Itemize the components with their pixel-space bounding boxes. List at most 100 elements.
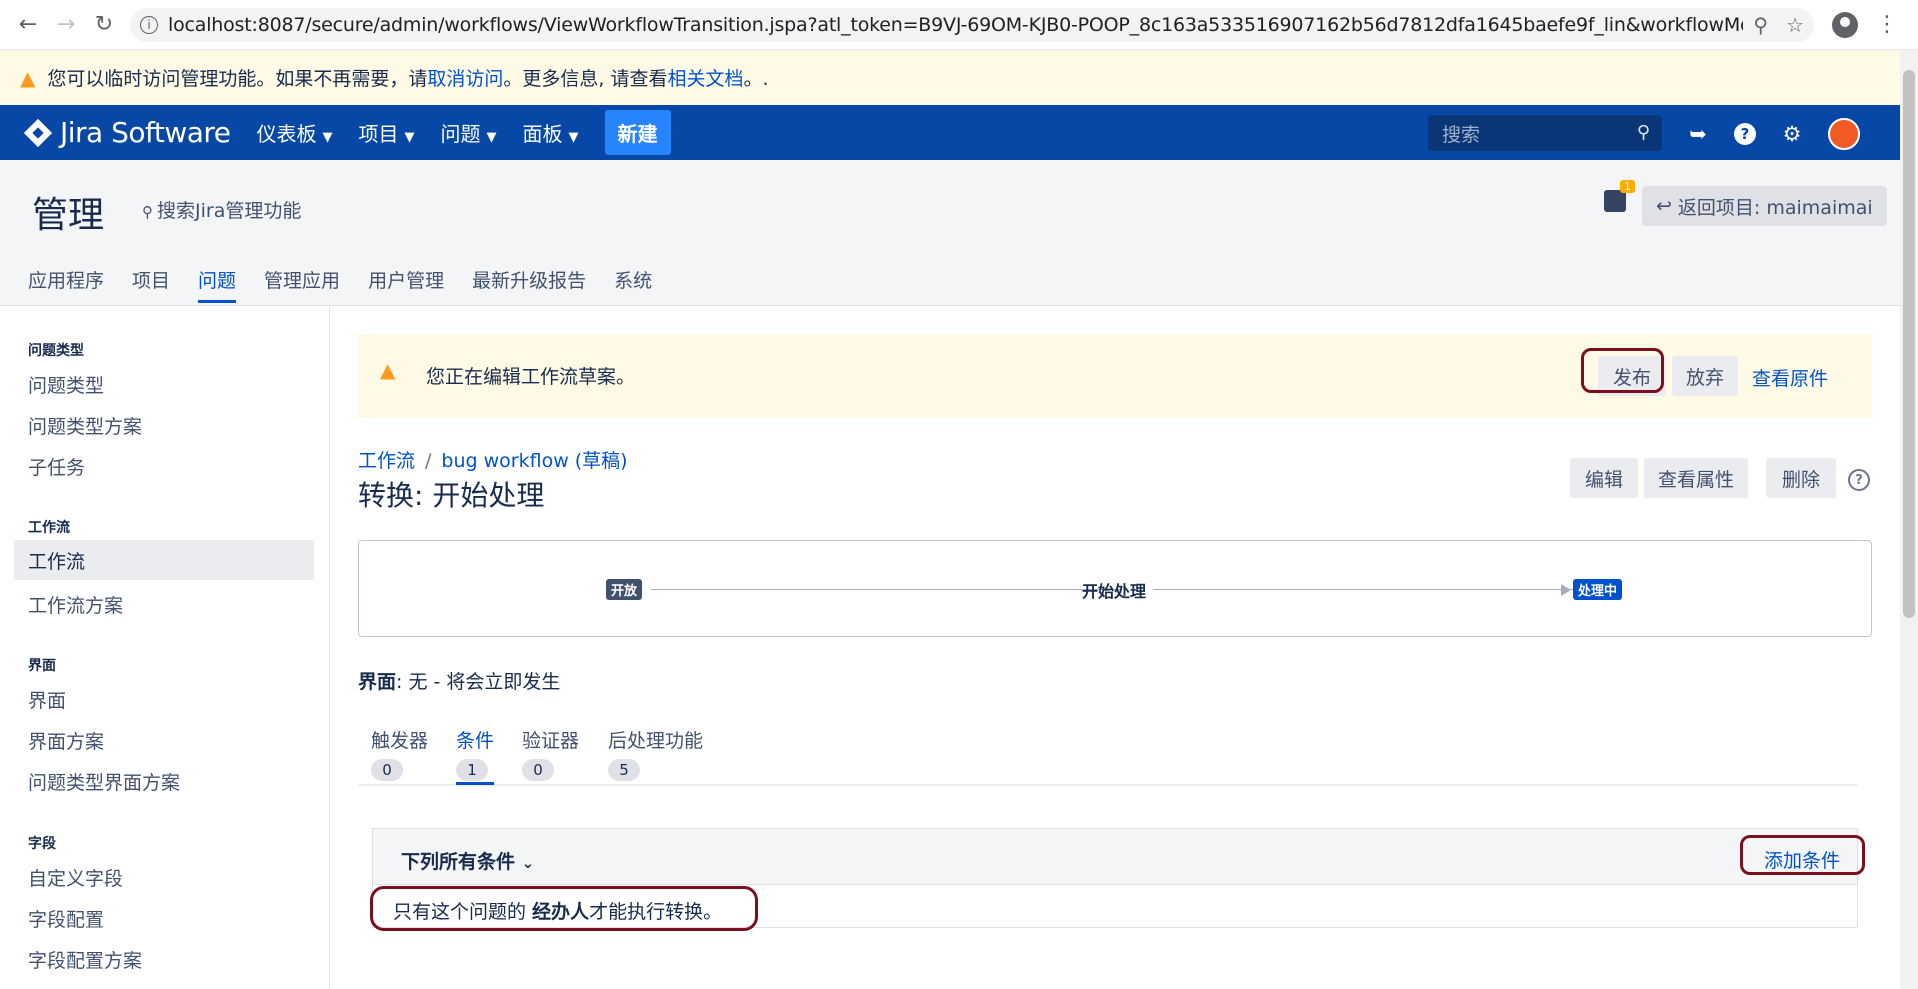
brand-name: Jira Software bbox=[60, 116, 231, 149]
transition-title: 转换: 开始处理 bbox=[358, 479, 545, 512]
sidebar-item-workflow-schemes[interactable]: 工作流方案 bbox=[28, 591, 123, 618]
sidebar-item-field-configurations[interactable]: 字段配置 bbox=[28, 905, 104, 932]
back-to-project-button[interactable]: ↩ 返回项目: maimaimai bbox=[1642, 186, 1887, 226]
reload-icon[interactable]: ↻ bbox=[88, 9, 120, 41]
profile-icon[interactable] bbox=[1832, 11, 1858, 38]
chevron-down-icon: ▼ bbox=[486, 130, 497, 145]
view-original-link[interactable]: 查看原件 bbox=[1752, 364, 1828, 391]
draft-message: 您正在编辑工作流草案。 bbox=[426, 366, 636, 388]
tab-count: 0 bbox=[522, 759, 554, 781]
breadcrumb-workflow-link[interactable]: bug workflow (草稿) bbox=[441, 450, 627, 472]
screen-value: : 无 - 将会立即发生 bbox=[396, 671, 561, 693]
sidebar-item-issue-types[interactable]: 问题类型 bbox=[28, 371, 104, 398]
avatar[interactable] bbox=[1828, 118, 1860, 150]
jira-logo[interactable]: Jira Software bbox=[23, 116, 231, 149]
notification-icon[interactable]: 1 bbox=[1604, 180, 1635, 212]
back-arrow-icon[interactable]: ← bbox=[12, 9, 44, 41]
discard-button[interactable]: 放弃 bbox=[1672, 356, 1738, 396]
warning-text-suffix: 。. bbox=[743, 68, 769, 90]
search-icon: ⚲ bbox=[1636, 122, 1650, 143]
admin-header: 管理 ⚲ 搜索Jira管理功能 1 ↩ 返回项目: maimaimai 应用程序 项… bbox=[0, 160, 1900, 306]
nav-boards[interactable]: 面板 ▼ bbox=[523, 118, 579, 147]
sidebar-item-issue-type-screen-schemes[interactable]: 问题类型界面方案 bbox=[28, 768, 180, 795]
nav-dashboards[interactable]: 仪表板 ▼ bbox=[257, 118, 333, 147]
sidebar-item-issue-type-schemes[interactable]: 问题类型方案 bbox=[28, 412, 142, 439]
star-icon[interactable]: ☆ bbox=[1786, 13, 1804, 37]
help-icon[interactable]: ? bbox=[1848, 469, 1870, 491]
forward-arrow-icon[interactable]: → bbox=[50, 9, 82, 41]
tab-manage-apps[interactable]: 管理应用 bbox=[264, 266, 340, 293]
page-title: 管理 bbox=[32, 195, 105, 236]
zoom-icon[interactable]: ⚲ bbox=[1753, 13, 1768, 37]
condition-group-dropdown[interactable]: 下列所有条件 ⌄ bbox=[401, 847, 534, 874]
scrollbar-thumb[interactable] bbox=[1903, 70, 1915, 618]
info-icon[interactable]: i bbox=[140, 15, 158, 34]
tab-count: 0 bbox=[371, 759, 403, 781]
admin-tabs: 应用程序 项目 问题 管理应用 用户管理 最新升级报告 系统 bbox=[28, 266, 652, 303]
search-icon: ⚲ bbox=[142, 203, 153, 221]
admin-access-warning: ▲ 您可以临时访问管理功能。如果不再需要，请 取消访问 。更多信息, 请查看 相… bbox=[0, 50, 1900, 105]
cancel-access-link[interactable]: 取消访问 bbox=[427, 64, 503, 91]
return-arrow-icon: ↩ bbox=[1656, 195, 1672, 217]
transition-tabs: 触发器 0 条件 1 验证器 0 后处理功能 5 bbox=[358, 726, 1858, 786]
sidebar-group-fields: 字段 bbox=[28, 836, 56, 852]
nav-projects[interactable]: 项目 ▼ bbox=[359, 118, 415, 147]
sidebar-item-subtasks[interactable]: 子任务 bbox=[28, 453, 85, 480]
address-bar[interactable]: i localhost:8087/secure/admin/workflows/… bbox=[130, 7, 1814, 42]
jira-logo-icon bbox=[23, 118, 53, 147]
warning-icon: ▲ bbox=[380, 358, 396, 382]
sidebar-group-screens: 界面 bbox=[28, 658, 56, 674]
sidebar-item-custom-fields[interactable]: 自定义字段 bbox=[28, 864, 123, 891]
tab-user-management[interactable]: 用户管理 bbox=[368, 266, 444, 293]
tab-count: 5 bbox=[608, 759, 640, 781]
highlight-ring bbox=[1740, 835, 1865, 875]
sidebar-item-screen-schemes[interactable]: 界面方案 bbox=[28, 727, 104, 754]
warning-text-middle: 。更多信息, 请查看 bbox=[503, 68, 668, 90]
tab-conditions[interactable]: 条件 1 bbox=[456, 726, 495, 785]
help-icon[interactable]: ? bbox=[1734, 123, 1756, 145]
tab-validators[interactable]: 验证器 0 bbox=[522, 726, 579, 781]
delete-button[interactable]: 删除 bbox=[1766, 458, 1836, 498]
edit-button[interactable]: 编辑 bbox=[1570, 458, 1638, 498]
page-scrollbar[interactable] bbox=[1900, 50, 1918, 989]
tab-upgrade-report[interactable]: 最新升级报告 bbox=[472, 266, 586, 293]
chevron-down-icon: ⌄ bbox=[521, 854, 535, 872]
nav-issues[interactable]: 问题 ▼ bbox=[441, 118, 497, 147]
transition-line-right bbox=[1153, 589, 1617, 590]
admin-search[interactable]: ⚲ 搜索Jira管理功能 bbox=[142, 196, 301, 223]
tab-issues[interactable]: 问题 bbox=[198, 266, 237, 303]
megaphone-icon[interactable]: ➥ bbox=[1684, 120, 1712, 148]
breadcrumb-workflows-link[interactable]: 工作流 bbox=[358, 450, 415, 472]
sidebar-group-issue-types: 问题类型 bbox=[28, 343, 84, 359]
status-from-lozenge: 开放 bbox=[606, 579, 643, 600]
sidebar-item-workflows[interactable]: 工作流 bbox=[14, 540, 314, 580]
search-input[interactable]: 搜索 ⚲ bbox=[1428, 115, 1662, 151]
tab-system[interactable]: 系统 bbox=[614, 266, 652, 293]
transition-diagram: 开放 开始处理 处理中 bbox=[358, 540, 1872, 637]
create-button[interactable]: 新建 bbox=[604, 110, 671, 155]
url-text[interactable]: localhost:8087/secure/admin/workflows/Vi… bbox=[168, 14, 1743, 36]
search-placeholder: 搜索 bbox=[1442, 123, 1481, 146]
tab-projects[interactable]: 项目 bbox=[132, 266, 170, 293]
menu-dots-icon[interactable]: ⋮ bbox=[1876, 12, 1898, 37]
sidebar-group-workflows: 工作流 bbox=[28, 520, 70, 536]
view-properties-button[interactable]: 查看属性 bbox=[1644, 458, 1748, 498]
sidebar-item-field-configuration-schemes[interactable]: 字段配置方案 bbox=[28, 946, 142, 973]
docs-link[interactable]: 相关文档 bbox=[668, 64, 744, 91]
transition-line-left bbox=[651, 589, 1121, 590]
breadcrumb-separator: / bbox=[425, 450, 432, 472]
transition-label: 开始处理 bbox=[1082, 582, 1147, 601]
warning-icon: ▲ bbox=[20, 65, 36, 90]
notification-badge: 1 bbox=[1620, 180, 1635, 193]
conditions-header: 下列所有条件 ⌄ bbox=[373, 829, 1857, 885]
sidebar-item-screens[interactable]: 界面 bbox=[28, 686, 66, 713]
tab-triggers[interactable]: 触发器 0 bbox=[371, 726, 428, 781]
jira-header: Jira Software 仪表板 ▼ 项目 ▼ 问题 ▼ 面板 ▼ 新建 搜索 ⚲ ➥… bbox=[0, 105, 1900, 160]
screen-info: 界面: 无 - 将会立即发生 bbox=[358, 667, 560, 694]
tab-post-functions[interactable]: 后处理功能 5 bbox=[608, 726, 703, 781]
status-to-lozenge: 处理中 bbox=[1573, 579, 1623, 600]
tab-applications[interactable]: 应用程序 bbox=[28, 266, 104, 293]
gear-icon[interactable]: ⚙ bbox=[1778, 120, 1806, 148]
breadcrumb: 工作流 / bug workflow (草稿) bbox=[358, 446, 628, 473]
chevron-down-icon: ▼ bbox=[322, 130, 333, 145]
